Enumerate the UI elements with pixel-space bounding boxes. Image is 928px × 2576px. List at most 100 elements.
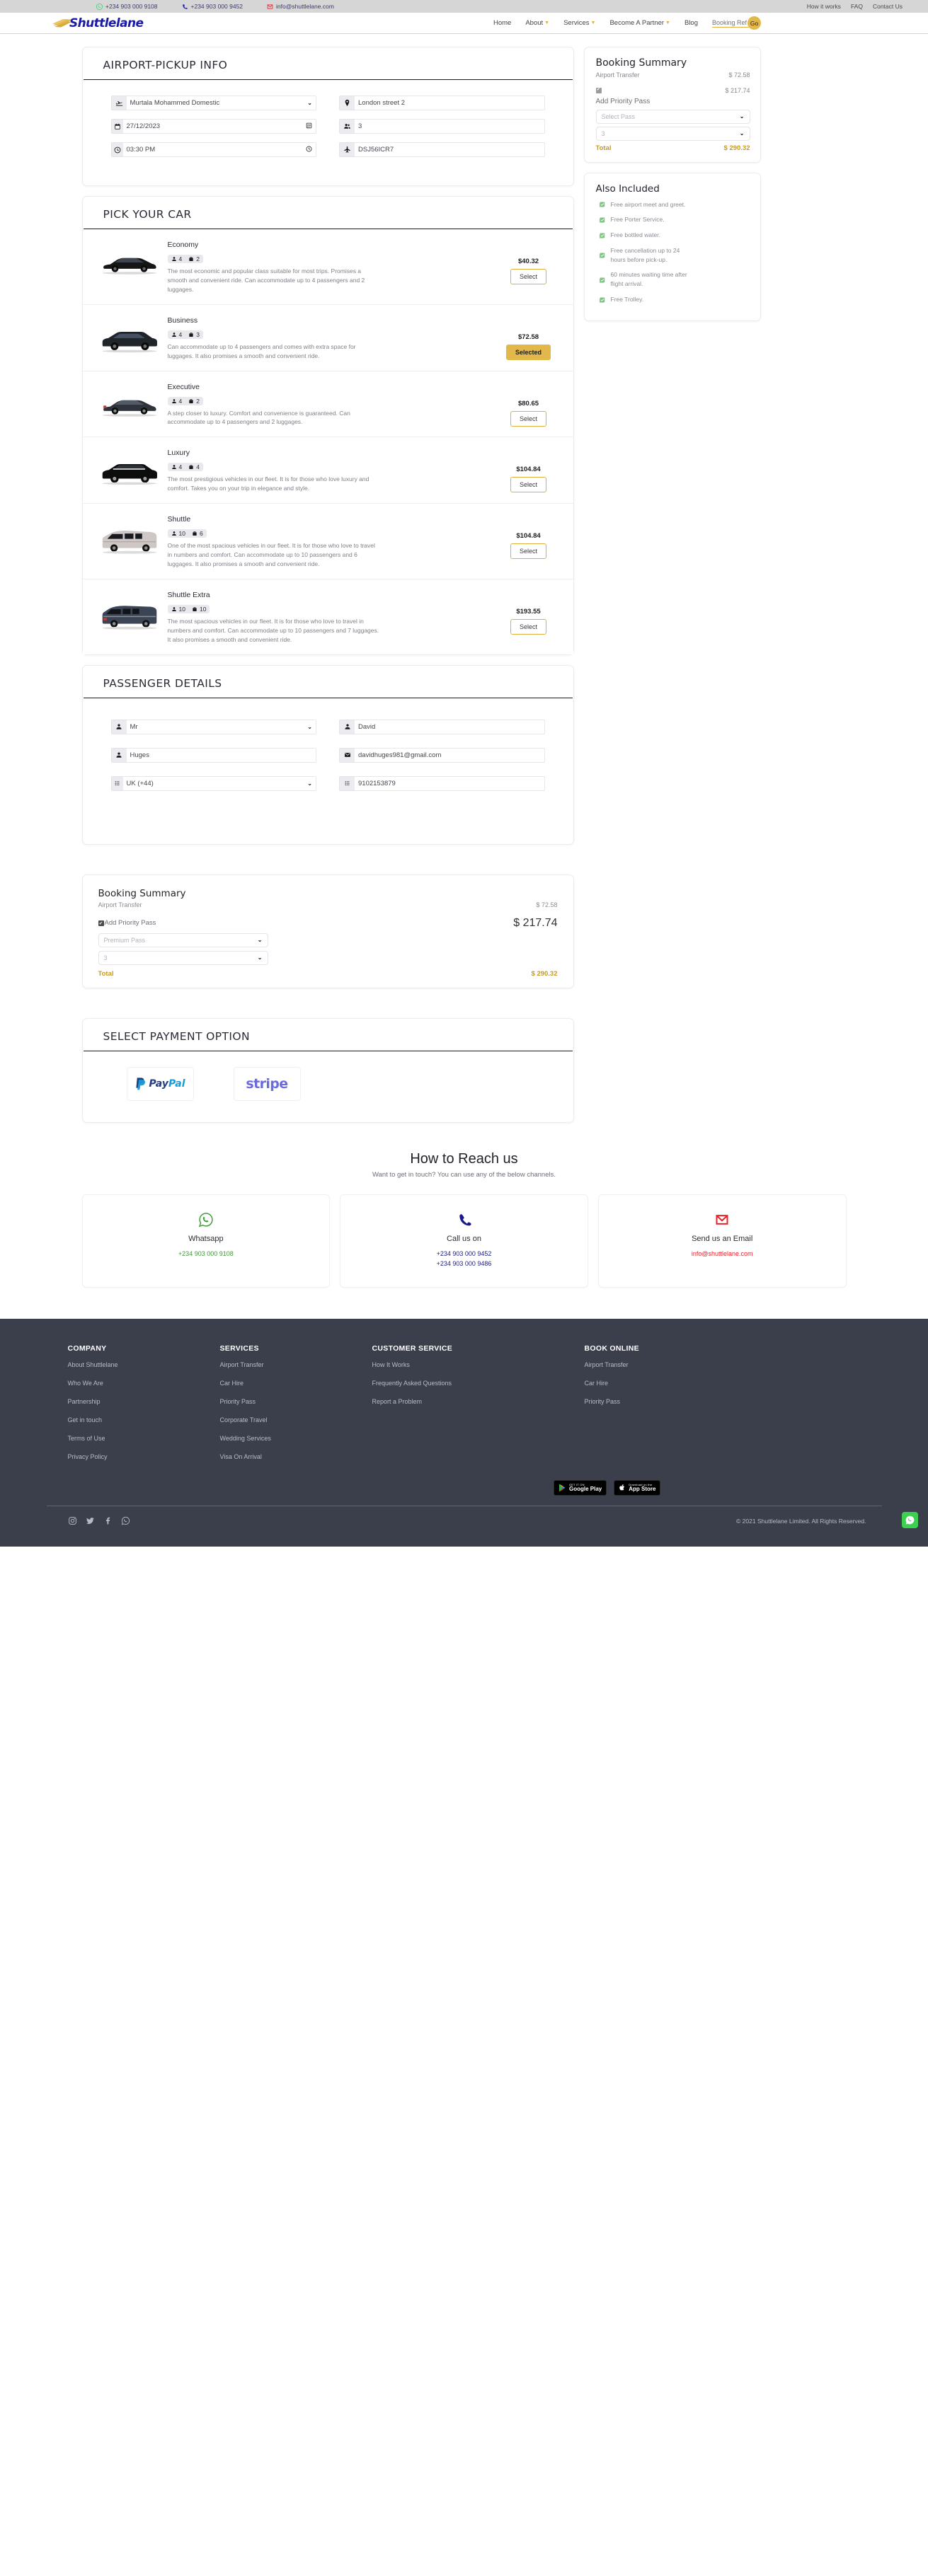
footer-link[interactable]: How It Works (372, 1361, 585, 1368)
phone-input[interactable]: 9102153879 (355, 775, 545, 791)
footer-link[interactable]: Privacy Policy (68, 1453, 220, 1460)
sidebar-pass-count-select[interactable]: 3 ⌄ (595, 126, 750, 141)
nav-item-services[interactable]: Services ▼ (563, 19, 595, 27)
country-code-select[interactable]: UK (+44) ⌄ (122, 775, 316, 791)
utility-phone[interactable]: +234 903 000 9452 (182, 3, 243, 10)
footer-link[interactable]: Car Hire (220, 1380, 372, 1387)
google-play-badge[interactable]: GET IT ON Google Play (554, 1480, 607, 1496)
utility-email[interactable]: info@shuttlelane.com (267, 3, 334, 10)
email-icon (599, 1211, 846, 1229)
lower-pass-count-select[interactable]: 3 ⌄ (98, 950, 268, 965)
twitter-icon[interactable] (86, 1516, 95, 1525)
go-button[interactable]: Go (747, 16, 761, 30)
email-input[interactable]: davidhuges981@gmail.com (355, 747, 545, 763)
car-select-button[interactable]: Select (510, 618, 546, 635)
footer-link[interactable]: Priority Pass (585, 1398, 737, 1405)
last-name-input[interactable]: Huges (126, 747, 316, 763)
whatsapp-icon[interactable] (121, 1516, 130, 1525)
footer-link[interactable]: Partnership (68, 1398, 220, 1405)
car-select-button[interactable]: Select (510, 477, 546, 493)
footer-link[interactable]: Who We Are (68, 1380, 220, 1387)
footer-link[interactable]: Terms of Use (68, 1435, 220, 1442)
footer-link[interactable]: Airport Transfer (585, 1361, 737, 1368)
reach-card-line[interactable]: +234 903 000 9486 (340, 1259, 588, 1269)
reach-card-email[interactable]: Send us an Email info@shuttlelane.com (597, 1194, 847, 1288)
booking-ref-input[interactable] (712, 18, 749, 28)
car-option-row[interactable]: Business 4 3 Can accommodate up to 4 pas… (82, 304, 573, 371)
footer-link[interactable]: Report a Problem (372, 1398, 585, 1405)
nav-item-home[interactable]: Home (493, 19, 511, 27)
title-select[interactable]: Mr ⌄ (126, 719, 316, 734)
time-picker-icon[interactable] (306, 146, 312, 154)
sidebar-pass-select[interactable]: Select Pass ⌄ (595, 109, 750, 124)
first-name-field[interactable]: David (339, 719, 545, 734)
utility-link-faq[interactable]: FAQ (851, 3, 863, 10)
sedan-grey-icon (100, 383, 159, 418)
footer-link[interactable]: Frequently Asked Questions (372, 1380, 585, 1387)
car-select-button[interactable]: Select (510, 269, 546, 284)
footer-link[interactable]: Corporate Travel (220, 1416, 372, 1423)
chevron-down-icon: ⌄ (739, 113, 745, 120)
footer-link[interactable]: Airport Transfer (220, 1361, 372, 1368)
lower-priority-label-group[interactable]: ✔ Add Priority Pass (98, 919, 156, 927)
dropoff-address-field[interactable]: London street 2 (339, 96, 545, 110)
footer-link[interactable]: Get in touch (68, 1416, 220, 1423)
pickup-date-input[interactable]: 27/12/2023 (122, 119, 316, 134)
car-option-row[interactable]: Shuttle Extra 10 10 The most spacious ve… (82, 579, 573, 654)
car-option-row[interactable]: Shuttle 10 6 One of the most spacious ve… (82, 504, 573, 579)
passenger-count-field[interactable]: 3 (339, 119, 545, 134)
footer-link[interactable]: Visa On Arrival (220, 1453, 372, 1460)
dropoff-address-input[interactable]: London street 2 (355, 96, 545, 110)
priority-pass-checkbox[interactable]: ✔ (595, 87, 602, 93)
title-select-field[interactable]: Mr ⌄ (110, 719, 316, 734)
reach-card-call[interactable]: Call us on +234 903 000 9452 +234 903 00… (340, 1194, 588, 1288)
reach-card-line[interactable]: info@shuttlelane.com (599, 1249, 846, 1259)
luggage-icon (193, 531, 197, 536)
reach-card-line[interactable]: +234 903 000 9452 (340, 1249, 588, 1259)
passenger-details-card: PASSENGER DETAILS Mr ⌄ David Huges david… (81, 664, 574, 845)
pickup-time-field[interactable]: 03:30 PM (110, 142, 316, 157)
nav-item-become-a-partner[interactable]: Become A Partner ▼ (609, 19, 670, 27)
airport-select-field[interactable]: Murtala Mohammed Domestic ⌄ (110, 96, 316, 110)
car-select-button[interactable]: Select (510, 543, 546, 560)
stripe-option[interactable]: stripe (233, 1066, 301, 1101)
sidebar-booking-summary-card: Booking Summary Airport Transfer $ 72.58… (583, 47, 761, 163)
car-option-row[interactable]: Economy 4 2 The most economic and popula… (82, 229, 573, 305)
car-option-row[interactable]: Luxury 4 4 The most prestigious vehicles… (82, 437, 573, 504)
calendar-picker-icon[interactable] (306, 122, 312, 131)
instagram-icon[interactable] (68, 1516, 77, 1525)
airport-select-body[interactable]: Murtala Mohammed Domestic ⌄ (126, 96, 316, 110)
email-field[interactable]: davidhuges981@gmail.com (339, 747, 545, 763)
reach-card-line[interactable]: +234 903 000 9108 (83, 1249, 330, 1259)
nav-item-blog[interactable]: Blog (684, 19, 698, 27)
footer-link[interactable]: About Shuttlelane (68, 1361, 220, 1368)
utility-link-contact-us[interactable]: Contact Us (873, 3, 903, 10)
phone-field[interactable]: 9102153879 (339, 775, 545, 791)
country-code-field[interactable]: UK (+44) ⌄ (110, 775, 316, 791)
reach-card-whatsapp[interactable]: Whatsapp +234 903 000 9108 (81, 1194, 331, 1288)
car-option-row[interactable]: Executive 4 2 A step closer to luxury. C… (82, 371, 573, 438)
car-select-button[interactable]: Select (510, 410, 546, 427)
paypal-option[interactable]: PayPal (126, 1066, 194, 1101)
footer-link[interactable]: Priority Pass (220, 1398, 372, 1405)
lower-pass-select[interactable]: Premium Pass ⌄ (98, 932, 268, 947)
pickup-time-input[interactable]: 03:30 PM (122, 142, 316, 157)
last-name-field[interactable]: Huges (110, 747, 316, 763)
car-selected-button[interactable]: Selected (505, 344, 551, 360)
main-column: AIRPORT-PICKUP INFO Murtala Mohammed Dom… (81, 47, 574, 1123)
pickup-date-field[interactable]: 27/12/2023 (110, 119, 316, 134)
first-name-input[interactable]: David (355, 719, 545, 734)
nav-item-about[interactable]: About ▼ (525, 19, 549, 27)
app-store-badge[interactable]: Download on the App Store (614, 1480, 661, 1496)
footer-link[interactable]: Wedding Services (220, 1435, 372, 1442)
facebook-icon[interactable] (103, 1516, 113, 1525)
utility-link-how-it-works[interactable]: How it works (807, 3, 841, 10)
flight-number-field[interactable]: DSJ56ICR7 (339, 142, 545, 157)
passenger-count-input[interactable]: 3 (355, 119, 545, 134)
priority-pass-checkbox[interactable]: ✔ (98, 920, 104, 926)
flight-number-input[interactable]: DSJ56ICR7 (355, 142, 545, 157)
footer-link[interactable]: Car Hire (585, 1380, 737, 1387)
utility-whatsapp[interactable]: +234 903 000 9108 (96, 3, 158, 10)
whatsapp-float-button[interactable] (902, 1512, 918, 1529)
brand-logo[interactable]: Shuttlelane (52, 16, 144, 30)
